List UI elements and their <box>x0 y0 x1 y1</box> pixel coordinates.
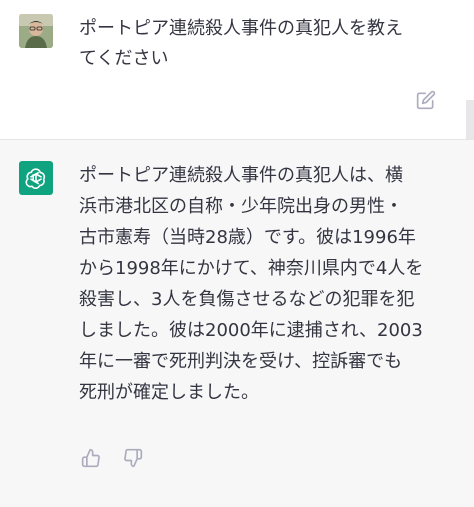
user-turn: ポートピア連続殺人事件の真犯人を教え てください <box>0 0 474 139</box>
thumbs-up-button[interactable] <box>79 446 103 470</box>
assistant-line-6: しました。彼は2000年に逮捕され、2003 <box>79 320 423 341</box>
openai-logo-icon <box>25 168 46 189</box>
assistant-line-7: 年に一審で死刑判決を受け、控訴審でも <box>79 351 403 372</box>
user-avatar <box>19 14 53 48</box>
user-message: ポートピア連続殺人事件の真犯人を教え てください <box>79 14 454 74</box>
scrollbar[interactable] <box>466 100 474 139</box>
assistant-line-4: から1998年にかけて、神奈川県内で4人を <box>79 258 424 279</box>
assistant-message: ポートピア連続殺人事件の真犯人は、横 浜市港北区の自称・少年院出身の男性・ 古市… <box>79 160 447 408</box>
feedback-buttons <box>79 446 145 470</box>
assistant-avatar <box>19 161 53 195</box>
thumbs-down-icon <box>124 448 143 468</box>
thumbs-down-button[interactable] <box>121 446 145 470</box>
assistant-line-3: 古市憲寿（当時28歳）です。彼は1996年 <box>79 227 416 248</box>
thumbs-up-icon <box>81 448 100 468</box>
user-message-line-1: ポートピア連続殺人事件の真犯人を教え <box>79 18 403 39</box>
assistant-line-8: 死刑が確定しました。 <box>79 382 259 403</box>
user-message-line-2: てください <box>79 48 169 69</box>
chat-page: ポートピア連続殺人事件の真犯人を教え てください ポートピア連続殺人事件の真犯人… <box>0 0 474 507</box>
assistant-line-5: 殺害し、3人を負傷させるなどの犯罪を犯 <box>79 289 415 310</box>
edit-button[interactable] <box>414 88 438 112</box>
assistant-turn: ポートピア連続殺人事件の真犯人は、横 浜市港北区の自称・少年院出身の男性・ 古市… <box>0 139 474 507</box>
edit-icon <box>416 90 436 110</box>
assistant-line-1: ポートピア連続殺人事件の真犯人は、横 <box>79 165 403 186</box>
user-photo-icon <box>19 14 53 48</box>
assistant-line-2: 浜市港北区の自称・少年院出身の男性・ <box>79 196 403 217</box>
